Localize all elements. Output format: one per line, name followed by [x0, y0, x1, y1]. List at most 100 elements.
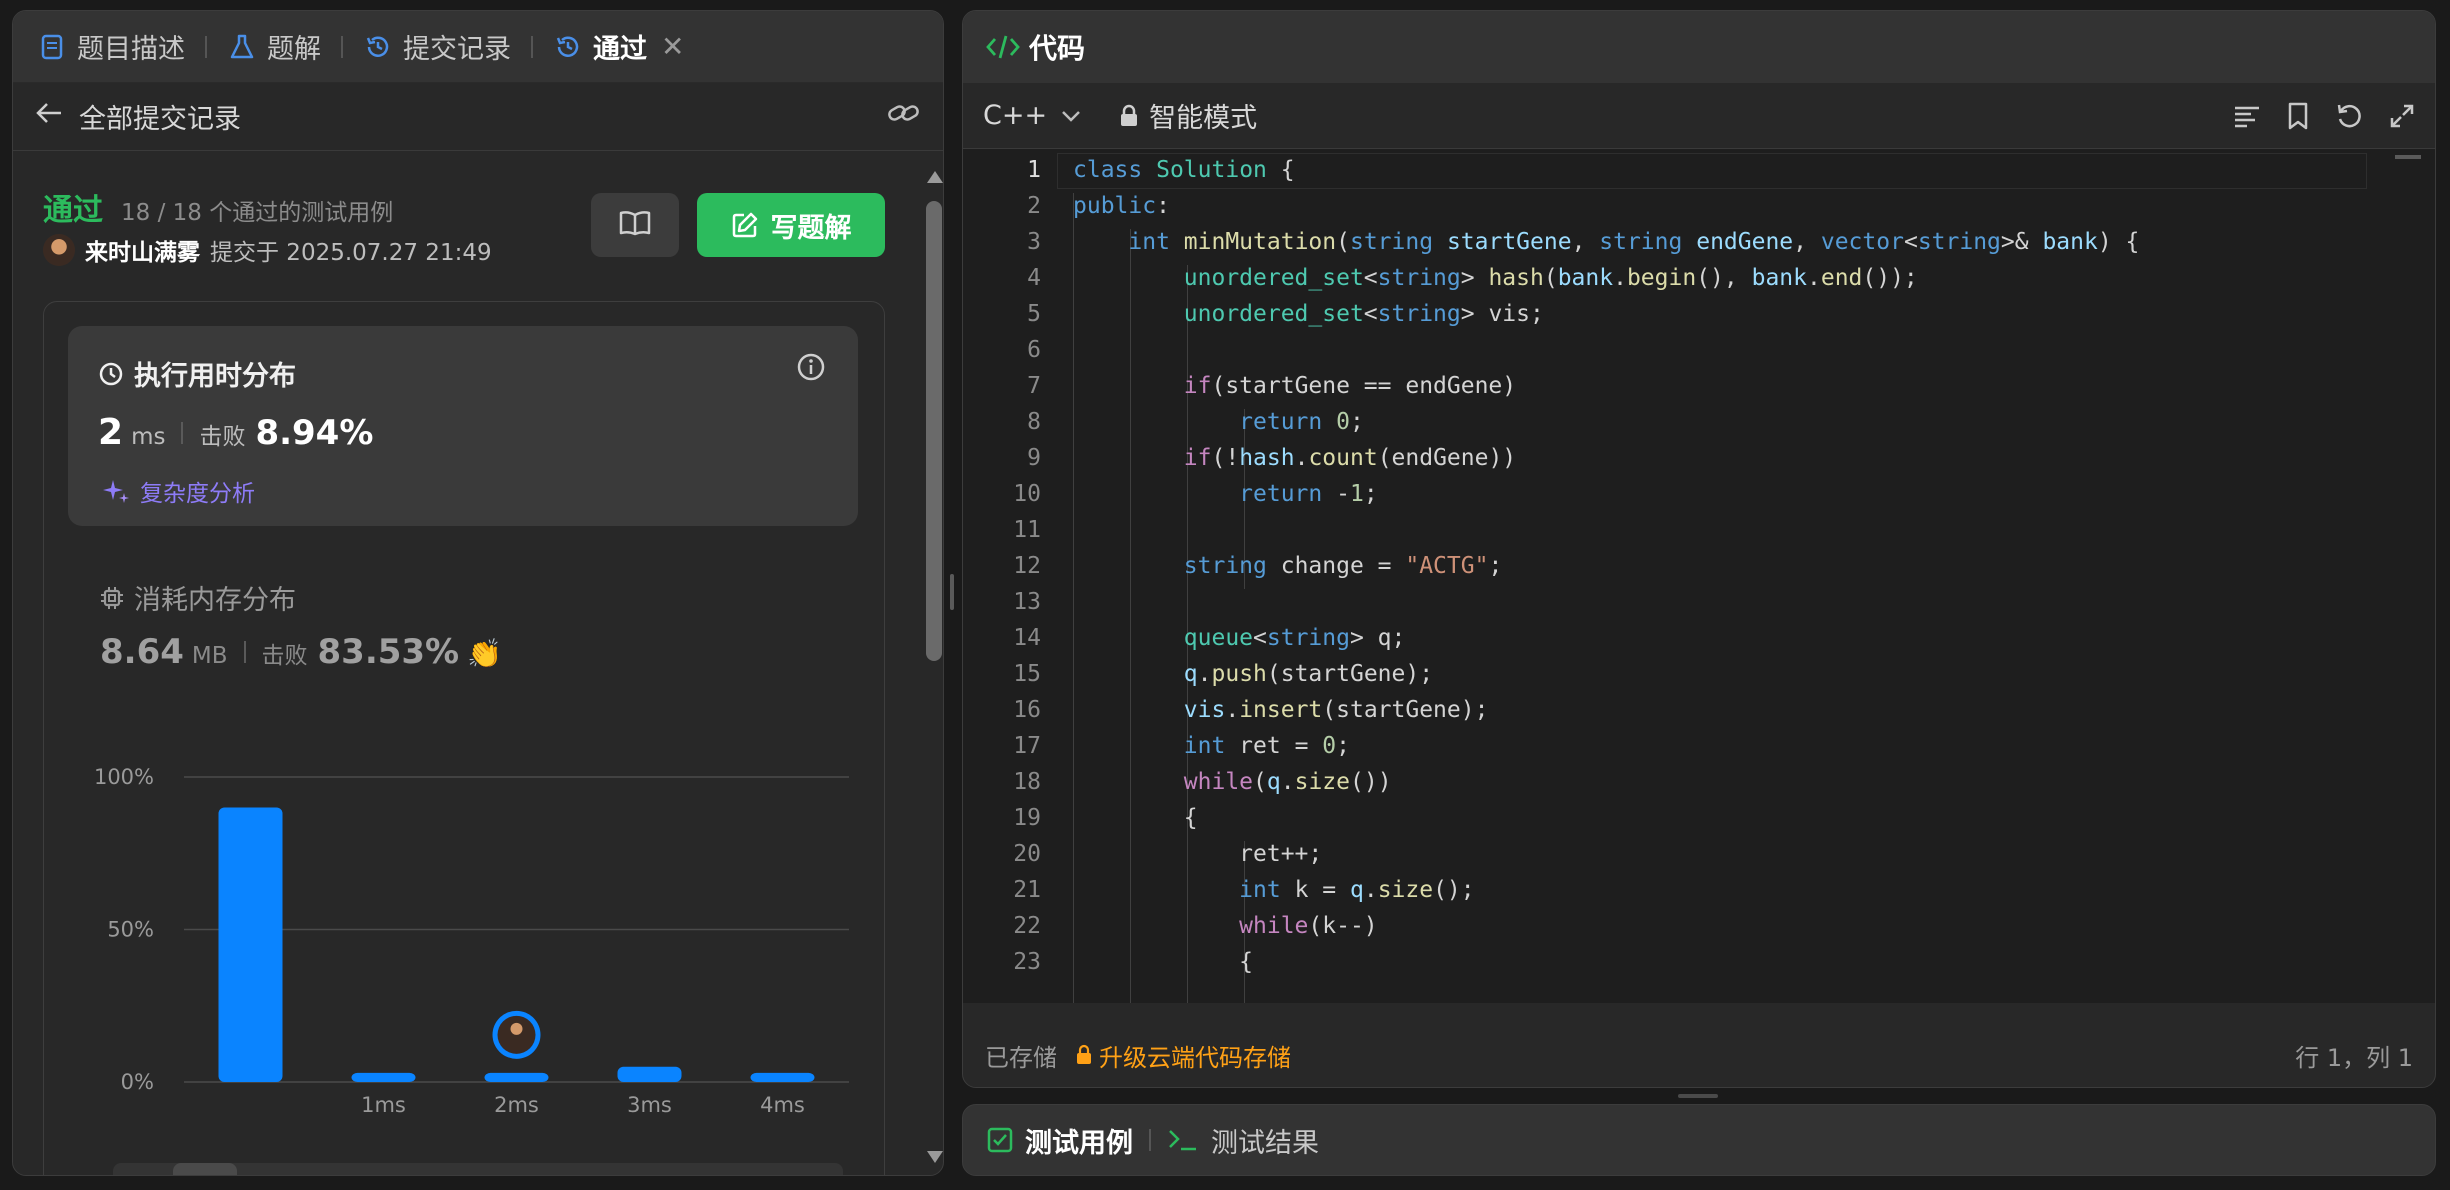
- tab-solutions[interactable]: 题解: [227, 27, 321, 66]
- link-icon[interactable]: [887, 100, 921, 133]
- code-line[interactable]: return 0;: [1073, 409, 1364, 435]
- history-icon: [363, 32, 393, 62]
- code-icon: [985, 33, 1021, 61]
- code-editor[interactable]: 1 2 3 4 5 6 7 8 9 10 11 12 13 14 15 16 17 18 19 20 21 22 23 cl…: [963, 149, 2435, 1003]
- lock-icon: [1119, 104, 1139, 128]
- runtime-title-row: 执行用时分布: [98, 354, 296, 393]
- code-line[interactable]: while(k--): [1073, 913, 1378, 939]
- code-line[interactable]: if(startGene == endGene): [1073, 373, 1516, 399]
- tab-test-results[interactable]: 测试结果: [1167, 1121, 1319, 1160]
- line-number: 7: [1027, 373, 1041, 399]
- flask-icon: [227, 32, 257, 62]
- chart-bar[interactable]: [351, 1072, 416, 1082]
- code-line[interactable]: int minMutation(string startGene, string…: [1073, 229, 2139, 255]
- test-panel-tabs: 测试用例 测试结果: [962, 1104, 2436, 1176]
- code-line[interactable]: class Solution {: [1073, 157, 1295, 183]
- reset-icon[interactable]: [2335, 102, 2363, 130]
- close-icon[interactable]: ✕: [661, 30, 684, 63]
- memory-beat-value: 83.53%: [317, 632, 460, 672]
- app-root: 题目描述 题解 提交记录 通过 ✕ 全部提交记录 通过 18 / 18 个通过的…: [0, 0, 2450, 1190]
- code-line[interactable]: ret++;: [1073, 841, 1322, 867]
- tab-test-results-label: 测试结果: [1211, 1127, 1319, 1159]
- code-line[interactable]: return -1;: [1073, 481, 1378, 507]
- editor-tool-icons: [2233, 102, 2415, 130]
- tab-description[interactable]: 题目描述: [37, 27, 185, 66]
- code-line[interactable]: while(q.size()): [1073, 769, 1392, 795]
- code-line[interactable]: unordered_set<string> hash(bank.begin(),…: [1073, 265, 1918, 291]
- checkbox-icon: [987, 1127, 1013, 1153]
- code-line[interactable]: if(!hash.count(endGene)): [1073, 445, 1516, 471]
- runtime-stats: 2 ms 击败 8.94%: [98, 412, 373, 453]
- line-number: 21: [1013, 877, 1041, 903]
- expand-icon[interactable]: [2389, 103, 2415, 129]
- code-header: 代码: [963, 11, 2435, 83]
- code-line[interactable]: queue<string> q;: [1073, 625, 1406, 651]
- runtime-beat-value: 8.94%: [255, 413, 374, 453]
- vertical-scrollbar[interactable]: [923, 153, 943, 1175]
- code-line[interactable]: int ret = 0;: [1073, 733, 1350, 759]
- code-line[interactable]: public:: [1073, 193, 1170, 219]
- code-line[interactable]: int k = q.size();: [1073, 877, 1474, 903]
- code-line[interactable]: string change = "ACTG";: [1073, 553, 1503, 579]
- scroll-thumb[interactable]: [173, 1163, 237, 1175]
- info-icon[interactable]: [796, 352, 826, 386]
- line-number: 12: [1013, 553, 1041, 579]
- tab-submissions-label: 提交记录: [403, 34, 511, 65]
- chart-bar[interactable]: [750, 1072, 815, 1082]
- line-number: 2: [1027, 193, 1041, 219]
- scroll-down-arrow[interactable]: [927, 1151, 943, 1163]
- upgrade-storage-link[interactable]: 升级云端代码存储: [1075, 1038, 1291, 1073]
- tab-test-cases[interactable]: 测试用例: [987, 1121, 1133, 1160]
- vertical-resize-handle[interactable]: [1678, 1094, 1718, 1098]
- performance-card: 执行用时分布 2 ms 击败 8.94% 复杂度分析 消耗内存分布 8.64 M…: [43, 301, 885, 1175]
- line-number: 16: [1013, 697, 1041, 723]
- language-select[interactable]: C++: [983, 100, 1081, 131]
- scroll-up-arrow[interactable]: [927, 171, 943, 183]
- chip-icon: [100, 586, 124, 610]
- runtime-card[interactable]: 执行用时分布 2 ms 击败 8.94% 复杂度分析: [68, 326, 858, 526]
- format-icon[interactable]: [2233, 104, 2261, 128]
- memory-title-row[interactable]: 消耗内存分布: [100, 578, 296, 617]
- code-line[interactable]: {: [1073, 805, 1198, 831]
- left-tab-bar: 题目描述 题解 提交记录 通过 ✕: [13, 11, 943, 83]
- scroll-thumb[interactable]: [926, 201, 942, 661]
- arrow-left-icon[interactable]: [35, 101, 63, 132]
- chart-bar[interactable]: [218, 807, 283, 1083]
- chart-bar[interactable]: [484, 1072, 549, 1082]
- all-submissions-link[interactable]: 全部提交记录: [79, 97, 241, 136]
- y-tick-label: 50%: [107, 918, 154, 942]
- tab-accepted[interactable]: 通过: [553, 27, 647, 66]
- tab-solutions-label: 题解: [267, 34, 321, 65]
- complexity-analysis-link[interactable]: 复杂度分析: [102, 474, 255, 508]
- tab-accepted-label: 通过: [593, 34, 647, 65]
- code-line[interactable]: q.push(startGene);: [1073, 661, 1433, 687]
- scroll-indicator[interactable]: [2395, 155, 2421, 159]
- write-solution-button[interactable]: 写题解: [697, 193, 885, 257]
- code-line[interactable]: unordered_set<string> vis;: [1073, 301, 1544, 327]
- line-number: 1: [1027, 157, 1041, 183]
- chart-bar[interactable]: [617, 1066, 682, 1082]
- line-number: 13: [1013, 589, 1041, 615]
- tab-submissions[interactable]: 提交记录: [363, 27, 511, 66]
- divider: [181, 421, 184, 444]
- x-tick-label: 2ms: [494, 1093, 539, 1117]
- clock-icon: [98, 361, 124, 387]
- panel-resize-handle[interactable]: [950, 574, 954, 610]
- memory-stats: 8.64 MB 击败 83.53% 👏: [100, 632, 502, 672]
- code-panel: 代码 C++ 智能模式 1 2 3 4 5 6 7 8 9 10 11 12 1…: [962, 10, 2436, 1088]
- view-solution-button[interactable]: [591, 193, 679, 257]
- avatar[interactable]: [43, 234, 75, 266]
- author-name[interactable]: 来时山满雾: [85, 233, 200, 267]
- memory-unit: MB: [191, 643, 228, 669]
- chart-horizontal-scrollbar[interactable]: [113, 1163, 843, 1175]
- code-line[interactable]: {: [1073, 949, 1253, 975]
- tab-description-label: 题目描述: [77, 34, 185, 65]
- code-line[interactable]: vis.insert(startGene);: [1073, 697, 1489, 723]
- bookmark-icon[interactable]: [2287, 102, 2309, 130]
- history-icon: [553, 32, 583, 62]
- tab-divider: [341, 35, 343, 58]
- smart-mode-toggle[interactable]: 智能模式: [1119, 96, 1257, 135]
- submission-panel: 题目描述 题解 提交记录 通过 ✕ 全部提交记录 通过 18 / 18 个通过的…: [12, 10, 944, 1176]
- complexity-label: 复杂度分析: [140, 481, 255, 507]
- x-tick-label: 4ms: [760, 1093, 805, 1117]
